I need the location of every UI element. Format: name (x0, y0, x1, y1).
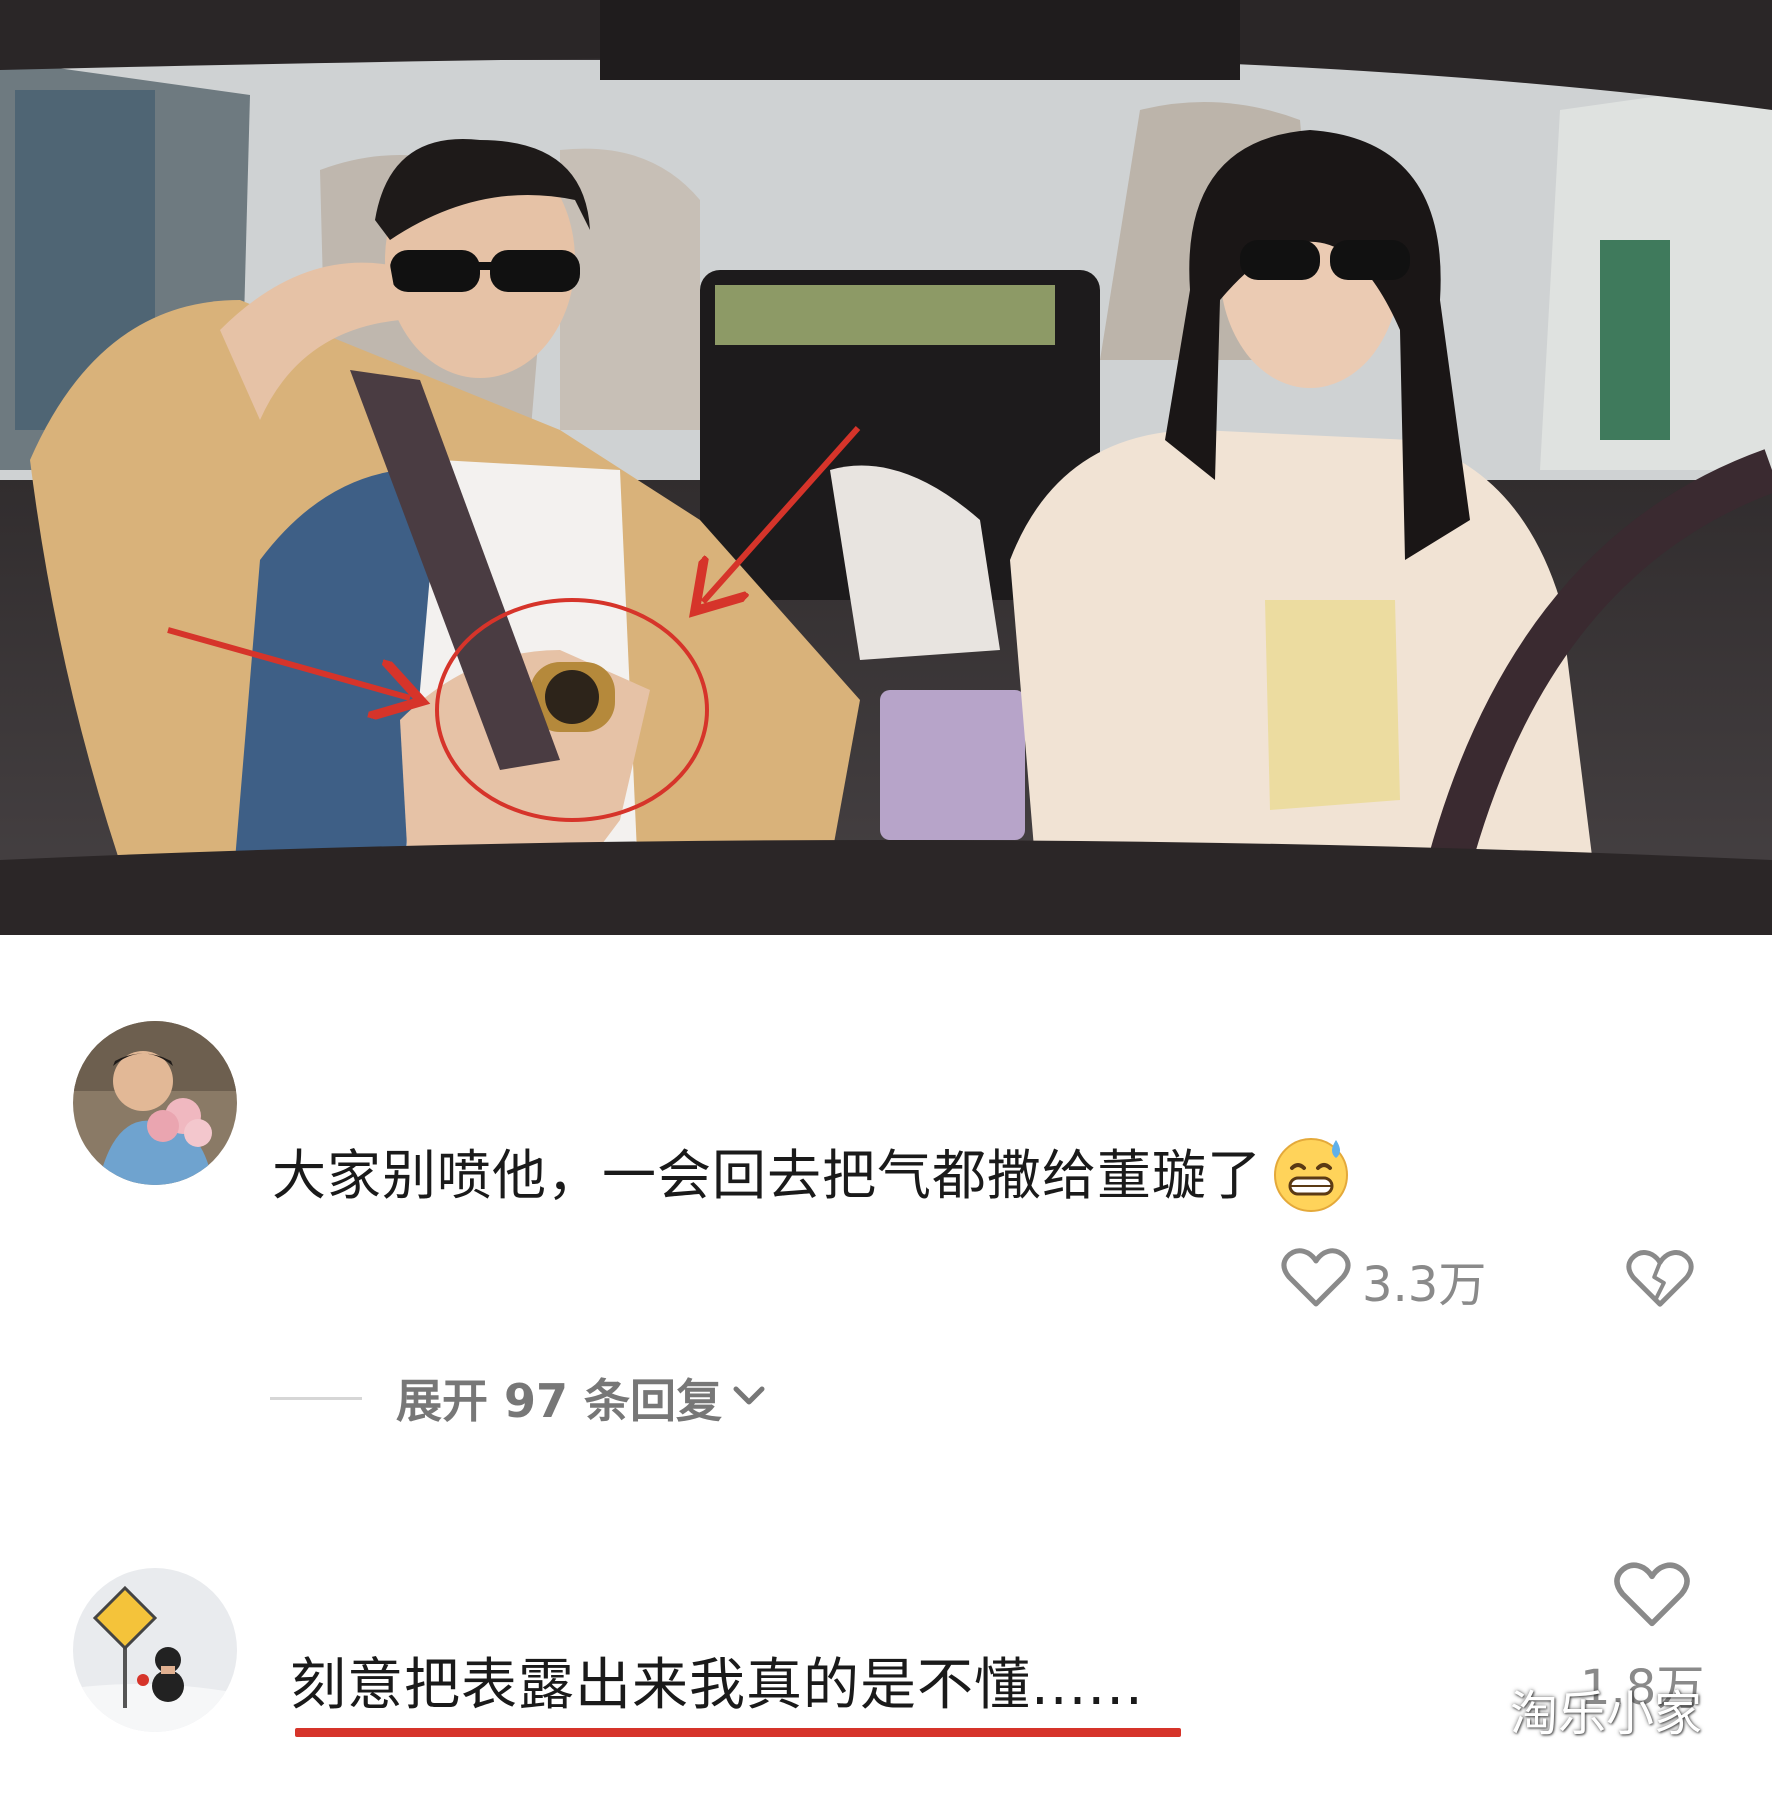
comment-text: 刻意把表露出来我真的是不懂...... (290, 1640, 1144, 1721)
like-button[interactable]: 3.3万 (1280, 1245, 1486, 1315)
video-scene (0, 0, 1772, 935)
heart-outline-icon (1612, 1562, 1692, 1634)
comment-item: 刻意把表露出来我真的是不懂...... 1.8万 (0, 1520, 1772, 1797)
dislike-button[interactable] (1625, 1247, 1695, 1315)
user-avatar[interactable] (73, 1568, 237, 1732)
comment-body: 刻意把表露出来我真的是不懂...... (290, 1653, 1144, 1718)
like-button[interactable] (1612, 1560, 1692, 1634)
video-frame[interactable] (0, 0, 1772, 935)
heart-outline-icon (1280, 1246, 1352, 1314)
expand-replies-button[interactable]: 展开 97 条回复 (270, 1365, 766, 1431)
comment-body: 大家别喷他，一会回去把气都撒给董璇了 (272, 1144, 1262, 1208)
chevron-down-icon (732, 1385, 766, 1411)
watermark: 淘乐小家 (1510, 1686, 1703, 1742)
divider (270, 1396, 362, 1400)
broken-heart-icon (1625, 1250, 1695, 1315)
user-avatar[interactable] (73, 1021, 237, 1185)
like-count: 3.3万 (1362, 1257, 1487, 1313)
expand-replies-label: 展开 97 条回复 (396, 1374, 723, 1428)
annotation-underline (295, 1728, 1181, 1737)
comment-text: 大家别喷他，一会回去把气都撒给董璇了 (272, 1130, 1354, 1229)
comment-item: 大家别喷他，一会回去把气都撒给董璇了 3.3万 展开 97 条回复 (0, 935, 1772, 1428)
grinning-sweat-emoji-icon (1268, 1130, 1354, 1229)
